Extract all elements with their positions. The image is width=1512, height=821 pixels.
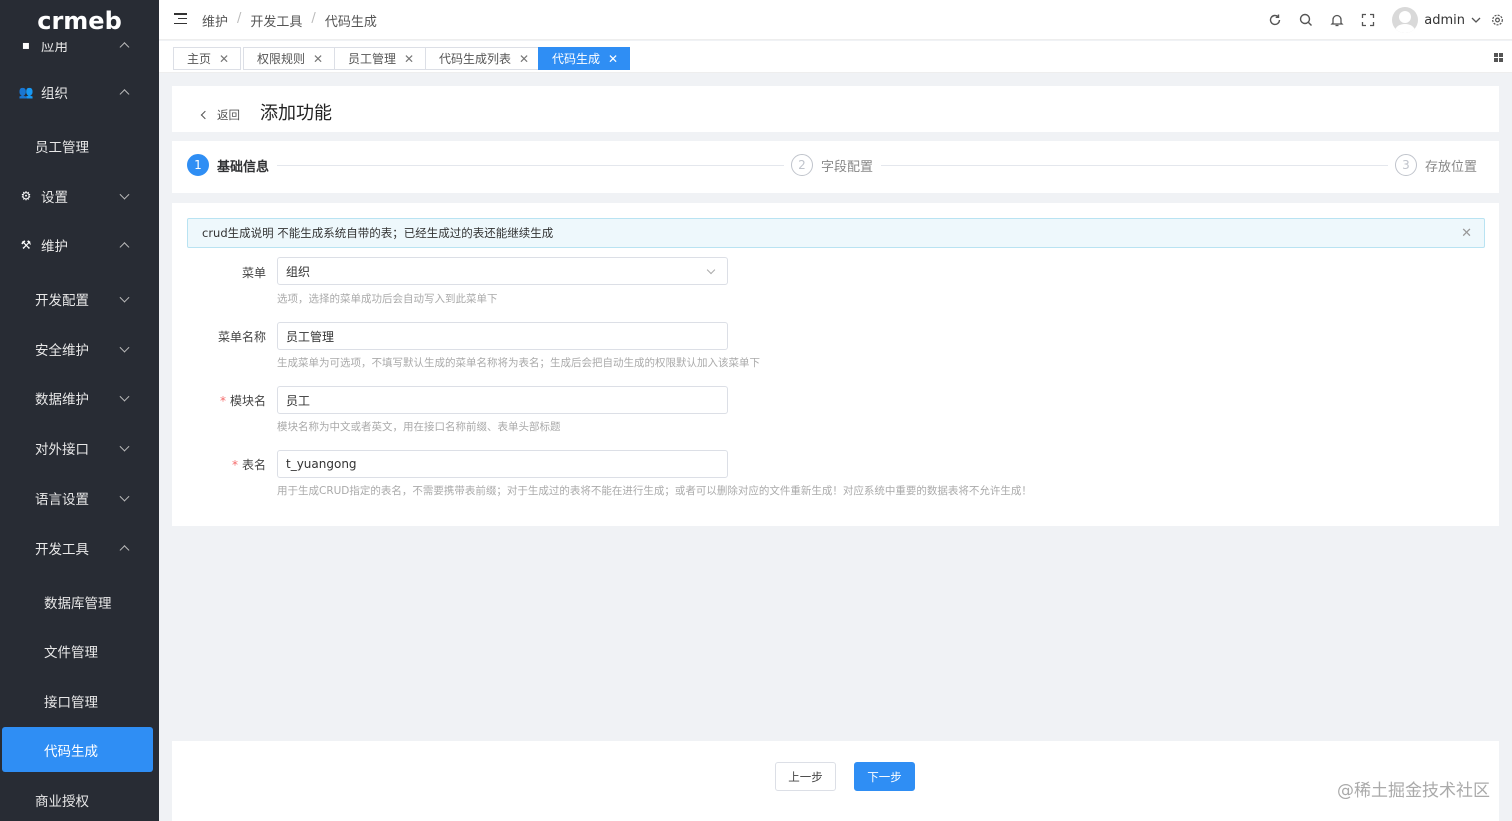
sidebar-item-external-api[interactable]: 对外接口 [0, 425, 159, 471]
prev-step-button[interactable]: 上一步 [775, 762, 836, 791]
sidebar-item-files[interactable]: 文件管理 [0, 628, 159, 674]
menu-label: 菜单 [241, 266, 266, 280]
tabs-bar: 主页 ✕ 权限规则 ✕ 员工管理 ✕ 代码生成列表 ✕ 代码生成 ✕ [159, 41, 1512, 73]
sidebar-item-license[interactable]: 商业授权 [0, 777, 159, 821]
fullscreen-icon[interactable] [1361, 13, 1375, 27]
sidebar-item-data[interactable]: 数据维护 [0, 375, 159, 421]
table-name-label: * 表名 [231, 458, 266, 472]
breadcrumb-current: 代码生成 [324, 15, 377, 30]
tab-permission-rules[interactable]: 权限规则 ✕ [243, 47, 336, 70]
chevron-left-icon [200, 110, 210, 120]
chevron-down-icon[interactable] [1471, 16, 1481, 24]
module-name-input[interactable]: 员工 [277, 386, 728, 414]
menu-name-input[interactable]: 员工管理 [277, 322, 728, 350]
close-icon[interactable]: ✕ [608, 52, 618, 66]
close-icon[interactable]: ✕ [404, 52, 414, 66]
settings-icon[interactable] [1491, 13, 1504, 27]
tab-home[interactable]: 主页 ✕ [173, 47, 242, 70]
module-name-help: 模块名称为中文或者英文，用在接口名称前缀、表单头部标题 [277, 421, 561, 433]
menu-help: 选项，选择的菜单成功后会自动写入到此菜单下 [277, 293, 498, 305]
tab-codegen[interactable]: 代码生成 ✕ [538, 47, 631, 70]
sidebar-item-api[interactable]: 接口管理 [0, 678, 159, 724]
sidebar-item-dev-config[interactable]: 开发配置 [0, 276, 159, 322]
search-icon[interactable] [1299, 13, 1313, 27]
hammer-icon: ⚒ [20, 238, 32, 252]
close-icon[interactable]: ✕ [313, 52, 323, 66]
menu-select[interactable]: 组织 [277, 257, 728, 285]
tabs-menu-icon[interactable] [1494, 53, 1503, 62]
menu-name-help: 生成菜单为可选项，不填写默认生成的菜单名称将为表名；生成后会把自动生成的权限默认… [277, 357, 760, 369]
page-header: 返回 添加功能 [172, 86, 1499, 132]
header-actions: admin [1268, 0, 1512, 40]
steps: 1 基础信息 2 字段配置 3 存放位置 [172, 141, 1499, 193]
step-field-config: 2 字段配置 [791, 154, 882, 176]
watermark: @稀土掘金技术社区 [1337, 781, 1490, 801]
sidebar-item-staff[interactable]: 员工管理 [0, 123, 159, 169]
top-header: 维护 / 开发工具 / 代码生成 admin [159, 0, 1512, 40]
logo[interactable]: crmeb [0, 0, 159, 42]
sidebar-item-maintenance[interactable]: ⚒ 维护 [0, 222, 159, 268]
close-icon[interactable]: ✕ [219, 52, 229, 66]
tab-staff[interactable]: 员工管理 ✕ [334, 47, 427, 70]
sidebar-item-codegen[interactable]: 代码生成 [2, 727, 153, 772]
sidebar-item-settings[interactable]: ⚙ 设置 [0, 173, 159, 219]
refresh-icon[interactable] [1268, 13, 1282, 27]
chevron-down-icon [706, 265, 716, 275]
back-button[interactable]: 返回 [200, 107, 240, 123]
menu-name-label: 菜单名称 [217, 330, 266, 344]
breadcrumb: 维护 / 开发工具 / 代码生成 [202, 11, 377, 30]
team-icon: 👥 [18, 85, 34, 99]
breadcrumb-item[interactable]: 开发工具 [250, 11, 302, 30]
menu-toggle-icon[interactable] [174, 13, 187, 25]
gear-icon: ⚙ [20, 189, 32, 203]
page-title: 添加功能 [260, 103, 332, 124]
sidebar-item-security[interactable]: 安全维护 [0, 326, 159, 372]
breadcrumb-item[interactable]: 维护 [202, 11, 228, 30]
info-alert: crud生成说明 不能生成系统自带的表；已经生成过的表还能继续生成 ✕ [187, 218, 1485, 248]
step-storage-location: 3 存放位置 [1395, 154, 1478, 176]
module-name-label: * 模块名 [219, 394, 266, 408]
sidebar-item-organization[interactable]: 👥 组织 [0, 69, 159, 115]
sidebar-item-dev-tools[interactable]: 开发工具 [0, 525, 159, 571]
user-name[interactable]: admin [1424, 13, 1465, 28]
sidebar-item-database[interactable]: 数据库管理 [0, 579, 159, 625]
close-icon[interactable]: ✕ [1461, 226, 1472, 241]
avatar[interactable] [1392, 7, 1419, 33]
table-name-input[interactable]: t_yuangong [277, 450, 728, 478]
next-step-button[interactable]: 下一步 [854, 762, 915, 791]
step-basic-info: 1 基础信息 [187, 154, 278, 176]
bell-icon[interactable] [1330, 13, 1344, 27]
table-name-help: 用于生成CRUD指定的表名，不需要携带表前缀；对于生成过的表将不能在进行生成；或… [277, 485, 1032, 497]
tab-codegen-list[interactable]: 代码生成列表 ✕ [425, 47, 542, 70]
sidebar: ▪ 应用 crmeb 👥 组织 员工管理 ⚙ 设置 ⚒ 维护 开发配置 安全维护… [0, 0, 159, 821]
sidebar-item-language[interactable]: 语言设置 [0, 475, 159, 521]
close-icon[interactable]: ✕ [519, 52, 529, 66]
